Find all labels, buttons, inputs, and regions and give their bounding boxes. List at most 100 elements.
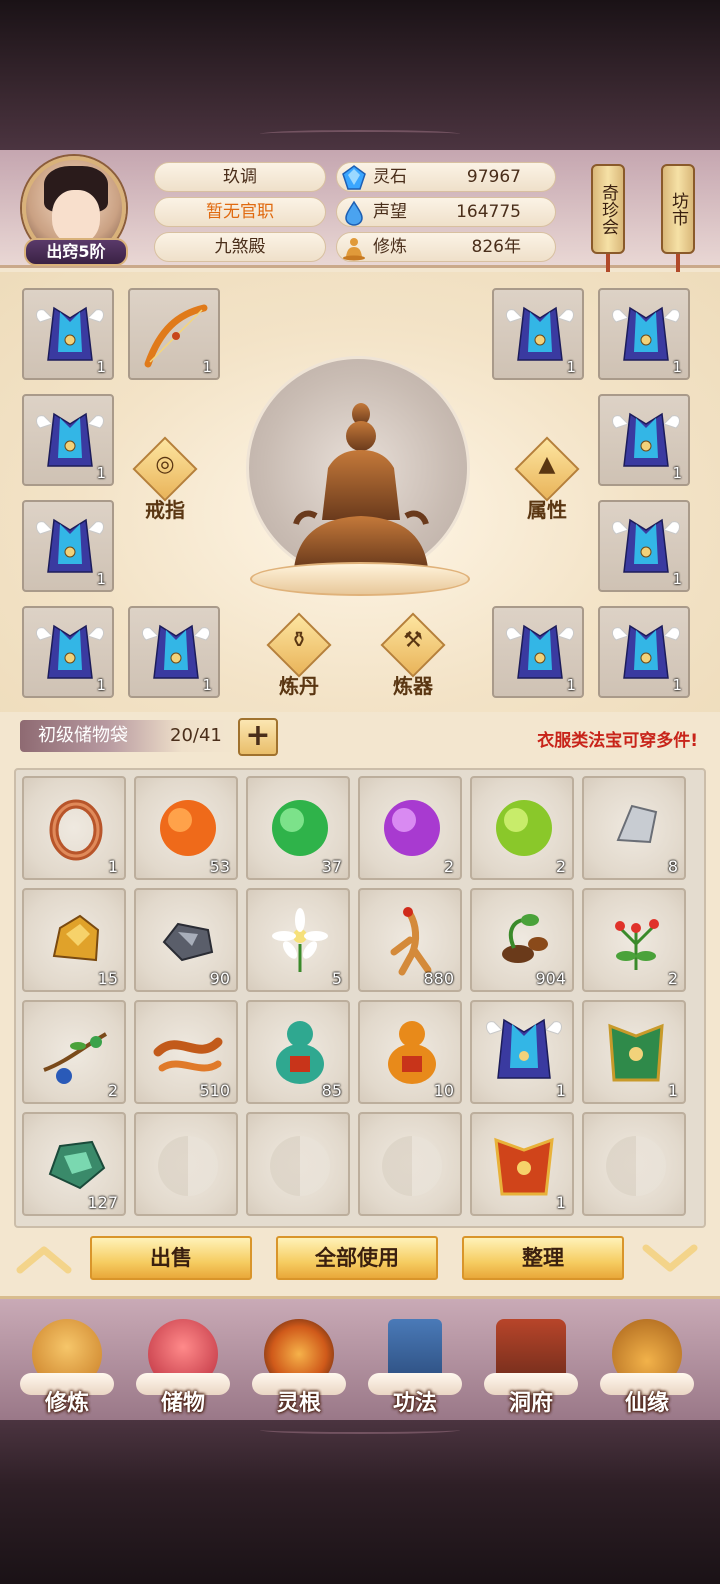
inventory-slot[interactable]: 90	[134, 888, 238, 992]
attributes-button[interactable]: ▲ 属性	[510, 436, 582, 522]
item-count: 880	[423, 969, 454, 988]
use-all-button[interactable]: 全部使用	[276, 1236, 438, 1280]
equipment-slot[interactable]: 1	[598, 394, 690, 486]
cultivation-value: 826年	[471, 237, 521, 257]
inventory-slot[interactable]: 85	[246, 1000, 350, 1104]
inventory-slot[interactable]: 1	[582, 1000, 686, 1104]
inventory-slot[interactable]: 127	[22, 1112, 126, 1216]
fruit-branch-icon	[43, 1032, 108, 1084]
item-count: 1	[667, 1081, 678, 1100]
blue-crystal-icon	[342, 165, 366, 190]
red-armor-icon	[494, 1137, 554, 1196]
treasure-fair-button[interactable]: 奇珍会	[591, 164, 625, 254]
inventory-slot[interactable]: 53	[134, 776, 238, 880]
alchemy-button[interactable]: ⚱ 炼丹	[262, 612, 334, 698]
inventory-slot[interactable]: 1	[22, 776, 126, 880]
market-button[interactable]: 坊市	[661, 164, 695, 254]
expand-bag-button[interactable]: +	[238, 718, 278, 756]
inventory-slot[interactable]: 880	[358, 888, 462, 992]
inventory-slot[interactable]: 10	[358, 1000, 462, 1104]
inventory-slot[interactable]: 2	[582, 888, 686, 992]
equipment-slot[interactable]: 1	[598, 288, 690, 380]
inventory-slot[interactable]: 8	[582, 776, 686, 880]
item-count: 53	[209, 857, 230, 876]
white-flower-icon	[272, 908, 328, 972]
ring-label: 戒指	[145, 498, 185, 522]
item-count: 1	[555, 1081, 566, 1100]
equipment-slot[interactable]: 1	[22, 606, 114, 698]
equipment-slot[interactable]: 1	[598, 500, 690, 592]
yin-yang-placeholder-icon	[382, 1136, 442, 1196]
bottom-ornament	[260, 1426, 460, 1434]
top-background	[0, 0, 720, 150]
equipment-slot[interactable]: 1	[22, 500, 114, 592]
equipment-slot[interactable]: 1	[492, 606, 584, 698]
scholar-hat-icon: ▲	[538, 452, 556, 477]
forging-label: 炼器	[393, 674, 433, 698]
spirit-stone-value: 97967	[466, 167, 521, 187]
item-count: 510	[199, 1081, 230, 1100]
equipment-slot[interactable]: 1	[22, 288, 114, 380]
nav-item-fortune[interactable]: 仙缘	[592, 1303, 702, 1419]
inventory-slot[interactable]: 15	[22, 888, 126, 992]
herb-root-icon	[502, 914, 548, 963]
sell-button[interactable]: 出售	[90, 1236, 252, 1280]
equipment-slot[interactable]: 1	[492, 288, 584, 380]
storage-bag-selector[interactable]: 初级储物袋 20/41	[20, 720, 236, 752]
official-title: 暂无官职	[154, 197, 326, 227]
item-count: 2	[107, 1081, 118, 1100]
ring-icon: ◎	[155, 452, 175, 477]
nav-item-techniques[interactable]: 功法	[360, 1303, 470, 1419]
yin-yang-placeholder-icon	[270, 1136, 330, 1196]
alchemy-label: 炼丹	[279, 674, 319, 698]
meditation-pedestal	[250, 562, 470, 596]
empty-inventory-slot[interactable]	[582, 1112, 686, 1216]
cultivation-label: 修炼	[373, 237, 407, 257]
ring-button[interactable]: ◎ 戒指	[128, 436, 200, 522]
equipment-slot[interactable]: 1	[128, 606, 220, 698]
nav-item-cave-dwelling[interactable]: 洞府	[476, 1303, 586, 1419]
scroll-up-arrow-icon[interactable]	[16, 1244, 72, 1274]
item-count: 2	[443, 857, 454, 876]
empty-inventory-slot[interactable]	[134, 1112, 238, 1216]
forging-button[interactable]: ⚒ 炼器	[376, 612, 448, 698]
nav-item-spirit-root[interactable]: 灵根	[244, 1303, 354, 1419]
empty-inventory-slot[interactable]	[358, 1112, 462, 1216]
inventory-slot[interactable]: 1	[470, 1000, 574, 1104]
main-panel: 出窍5阶 玖调 暂无官职 九煞殿 灵石 97967 声望 164775 修炼 8…	[0, 150, 720, 1420]
inventory-slot[interactable]: 1	[470, 1112, 574, 1216]
bottom-navigation: 修炼 储物 灵根 功法 洞府 仙缘	[0, 1296, 720, 1420]
blue-droplet-icon	[345, 200, 363, 226]
item-count: 10	[433, 1081, 454, 1100]
item-count: 1	[107, 857, 118, 876]
silver-ore-icon	[616, 804, 658, 844]
empty-inventory-slot[interactable]	[246, 1112, 350, 1216]
inventory-slot[interactable]: 5	[246, 888, 350, 992]
equipment-slot[interactable]: 1	[128, 288, 220, 380]
nav-item-storage[interactable]: 储物	[128, 1303, 238, 1419]
equipment-slot[interactable]: 1	[598, 606, 690, 698]
attributes-label: 属性	[527, 498, 567, 522]
green-armor-icon	[608, 1023, 664, 1082]
inventory-slot[interactable]: 904	[470, 888, 574, 992]
inventory-slot[interactable]: 37	[246, 776, 350, 880]
inventory-slot[interactable]: 2	[470, 776, 574, 880]
cultivation-resource: 修炼 826年	[336, 232, 556, 262]
inventory-grid: 1 53 37 2 2 8 15 90 5 880 904 2 2 510 85 10 1 1 127 1	[14, 768, 706, 1228]
anvil-hammer-icon: ⚒	[403, 628, 423, 653]
red-flower-herb-icon	[615, 919, 659, 970]
inventory-slot[interactable]: 2	[22, 1000, 126, 1104]
sort-button[interactable]: 整理	[462, 1236, 624, 1280]
inventory-slot[interactable]: 510	[134, 1000, 238, 1104]
nav-item-cultivation[interactable]: 修炼	[12, 1303, 122, 1419]
spirit-stone-resource: 灵石 97967	[336, 162, 556, 192]
player-name: 玖调	[154, 162, 326, 192]
scroll-down-arrow-icon[interactable]	[642, 1244, 698, 1274]
item-count: 37	[321, 857, 342, 876]
cauldron-icon: ⚱	[289, 628, 309, 653]
iron-ore-icon	[162, 922, 214, 962]
inventory-slot[interactable]: 2	[358, 776, 462, 880]
reputation-label: 声望	[373, 202, 407, 222]
bottom-background	[0, 1420, 720, 1584]
equipment-slot[interactable]: 1	[22, 394, 114, 486]
